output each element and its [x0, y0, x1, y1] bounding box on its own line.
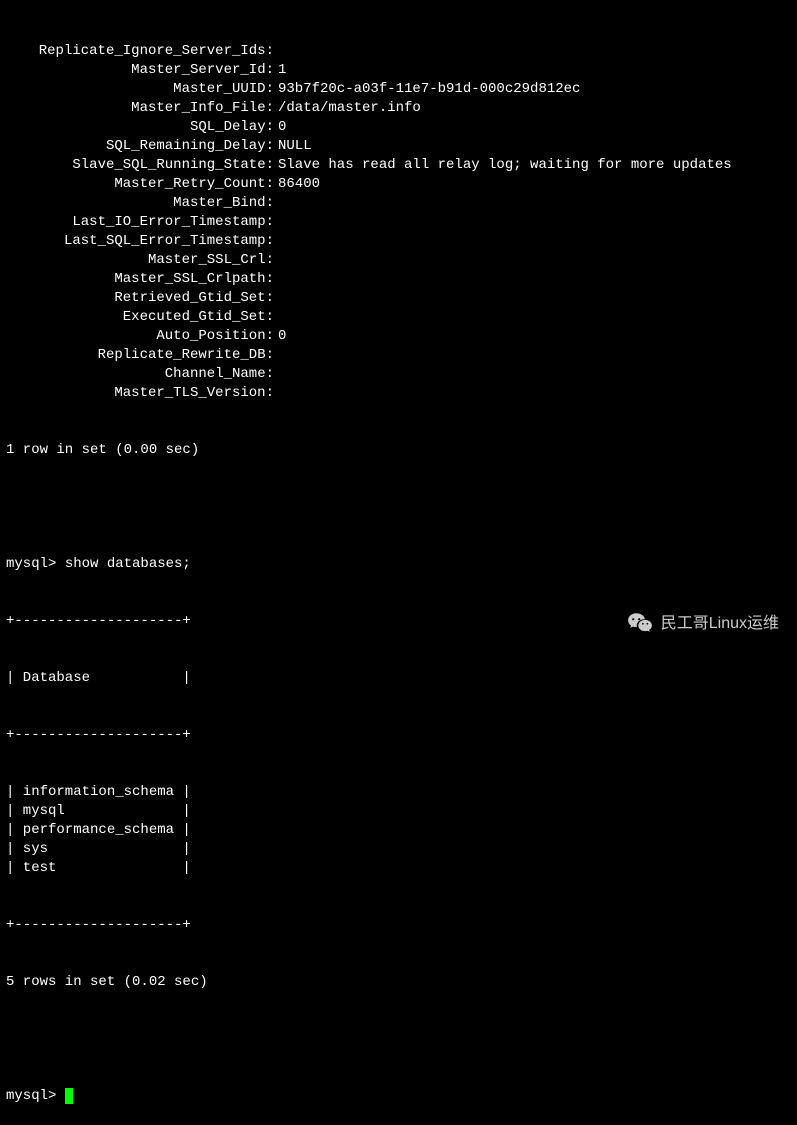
cursor — [65, 1088, 73, 1104]
mysql-prompt: mysql> — [6, 556, 65, 572]
status-label: Last_SQL_Error_Timestamp: — [6, 232, 278, 251]
table-row: | mysql | — [6, 802, 791, 821]
status-value: 93b7f20c-a03f-11e7-b91d-000c29d812ec — [278, 80, 791, 99]
status-value — [278, 346, 791, 365]
status-value — [278, 213, 791, 232]
status-row: Master_Server_Id:1 — [6, 61, 791, 80]
table-footer: 5 rows in set (0.02 sec) — [6, 973, 791, 992]
status-row: Last_IO_Error_Timestamp: — [6, 213, 791, 232]
status-row: Retrieved_Gtid_Set: — [6, 289, 791, 308]
table-row: | sys | — [6, 840, 791, 859]
status-label: Master_Server_Id: — [6, 61, 278, 80]
status-value — [278, 232, 791, 251]
status-value — [278, 42, 791, 61]
status-row: Master_TLS_Version: — [6, 384, 791, 403]
status-value — [278, 308, 791, 327]
status-row: Executed_Gtid_Set: — [6, 308, 791, 327]
command-line: mysql> show databases; — [6, 555, 791, 574]
status-row: Channel_Name: — [6, 365, 791, 384]
status-row: Slave_SQL_Running_State:Slave has read a… — [6, 156, 791, 175]
status-row: SQL_Remaining_Delay:NULL — [6, 137, 791, 156]
status-value — [278, 289, 791, 308]
mysql-prompt: mysql> — [6, 1088, 65, 1104]
status-row: Master_Retry_Count:86400 — [6, 175, 791, 194]
table-border-top: +--------------------+ — [6, 612, 791, 631]
table-border-mid: +--------------------+ — [6, 726, 791, 745]
status-value — [278, 194, 791, 213]
active-prompt-line[interactable]: mysql> — [6, 1087, 791, 1106]
status-label: Retrieved_Gtid_Set: — [6, 289, 278, 308]
status-label: Master_SSL_Crlpath: — [6, 270, 278, 289]
status-row: Last_SQL_Error_Timestamp: — [6, 232, 791, 251]
status-row: Master_Info_File:/data/master.info — [6, 99, 791, 118]
status-label: Master_Retry_Count: — [6, 175, 278, 194]
status-value: 0 — [278, 327, 791, 346]
status-label: Last_IO_Error_Timestamp: — [6, 213, 278, 232]
status-label: Master_Info_File: — [6, 99, 278, 118]
status-value: Slave has read all relay log; waiting fo… — [278, 156, 791, 175]
status-row: Master_SSL_Crlpath: — [6, 270, 791, 289]
status-label: Replicate_Rewrite_DB: — [6, 346, 278, 365]
status-footer: 1 row in set (0.00 sec) — [6, 441, 791, 460]
status-value — [278, 384, 791, 403]
table-border-bottom: +--------------------+ — [6, 916, 791, 935]
status-row: Replicate_Ignore_Server_Ids: — [6, 42, 791, 61]
status-label: SQL_Delay: — [6, 118, 278, 137]
table-header: | Database | — [6, 669, 791, 688]
status-label: Auto_Position: — [6, 327, 278, 346]
status-label: Replicate_Ignore_Server_Ids: — [6, 42, 278, 61]
status-label: SQL_Remaining_Delay: — [6, 137, 278, 156]
terminal-output: Replicate_Ignore_Server_Ids:Master_Serve… — [6, 4, 791, 1125]
status-row: Replicate_Rewrite_DB: — [6, 346, 791, 365]
status-row: Master_UUID:93b7f20c-a03f-11e7-b91d-000c… — [6, 80, 791, 99]
status-value — [278, 251, 791, 270]
status-row: Master_Bind: — [6, 194, 791, 213]
status-label: Master_TLS_Version: — [6, 384, 278, 403]
status-row: Auto_Position:0 — [6, 327, 791, 346]
status-label: Executed_Gtid_Set: — [6, 308, 278, 327]
status-label: Master_Bind: — [6, 194, 278, 213]
sql-command: show databases; — [65, 556, 191, 572]
status-value: 1 — [278, 61, 791, 80]
status-value: NULL — [278, 137, 791, 156]
slave-status-block: Replicate_Ignore_Server_Ids:Master_Serve… — [6, 42, 791, 403]
status-value — [278, 365, 791, 384]
table-rows: | information_schema || mysql || perform… — [6, 783, 791, 878]
table-row: | performance_schema | — [6, 821, 791, 840]
status-value: /data/master.info — [278, 99, 791, 118]
status-row: SQL_Delay:0 — [6, 118, 791, 137]
status-value — [278, 270, 791, 289]
status-value: 0 — [278, 118, 791, 137]
status-label: Slave_SQL_Running_State: — [6, 156, 278, 175]
status-value: 86400 — [278, 175, 791, 194]
table-row: | test | — [6, 859, 791, 878]
status-label: Channel_Name: — [6, 365, 278, 384]
status-row: Master_SSL_Crl: — [6, 251, 791, 270]
status-label: Master_SSL_Crl: — [6, 251, 278, 270]
table-row: | information_schema | — [6, 783, 791, 802]
status-label: Master_UUID: — [6, 80, 278, 99]
